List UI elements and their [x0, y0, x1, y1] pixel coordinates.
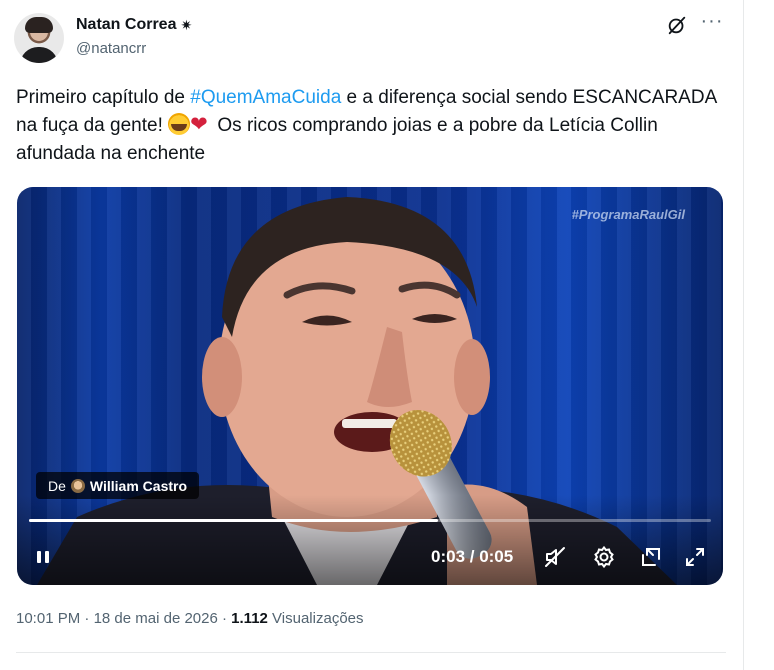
hashtag-link[interactable]: #QuemAmaCuida: [190, 87, 341, 108]
video-source-attribution[interactable]: De William Castro: [36, 472, 200, 499]
meta-separator: ·: [80, 610, 94, 627]
avatar-hair: [25, 17, 53, 33]
source-avatar: [70, 478, 85, 493]
picture-in-picture-icon[interactable]: [637, 539, 665, 575]
author-badge-icon: ✷: [180, 16, 193, 33]
mending-heart-emoji-icon: [190, 111, 212, 139]
author-name-row[interactable]: Natan Correa ✷: [76, 16, 192, 34]
settings-icon[interactable]: [590, 539, 618, 575]
pause-icon[interactable]: [31, 539, 55, 575]
loudly-crying-face-emoji-icon: [168, 113, 191, 135]
video-progress-bar[interactable]: [29, 519, 711, 522]
video-time: 0:03 / 0:05: [431, 547, 514, 566]
author-handle[interactable]: @natancrr: [76, 40, 146, 57]
tweet-text-part: Primeiro capítulo de: [16, 87, 191, 108]
views-count: 1.112: [231, 610, 268, 627]
grok-icon[interactable]: [666, 14, 688, 36]
tweet-text: Primeiro capítulo de #QuemAmaCuida e a d…: [16, 84, 721, 168]
video-watermark: #ProgramaRaulGil: [571, 207, 685, 222]
source-name[interactable]: William Castro: [90, 478, 187, 494]
column-divider: [743, 0, 744, 670]
views-label: Visualizações: [267, 610, 364, 627]
post-time[interactable]: 10:01 PM: [16, 610, 80, 627]
video-controls: 0:03 / 0:05: [17, 539, 723, 575]
more-options-icon[interactable]: ···: [700, 11, 724, 36]
tweet-metadata: 10:01 PM · 18 de mai de 2026 · 1.112 Vis…: [16, 610, 364, 627]
author-avatar[interactable]: [14, 13, 64, 63]
source-prefix: De: [48, 477, 66, 494]
fullscreen-icon[interactable]: [681, 539, 709, 575]
tweet-bottom-divider: [16, 652, 726, 653]
author-name[interactable]: Natan Correa: [76, 16, 176, 34]
mute-icon[interactable]: [541, 539, 569, 575]
video-player[interactable]: #ProgramaRaulGil De William Castro 0:03 …: [17, 187, 723, 585]
meta-separator: ·: [217, 610, 232, 627]
avatar-shirt: [20, 47, 58, 63]
video-progress-fill: [29, 519, 439, 522]
post-date[interactable]: 18 de mai de 2026: [94, 610, 218, 627]
